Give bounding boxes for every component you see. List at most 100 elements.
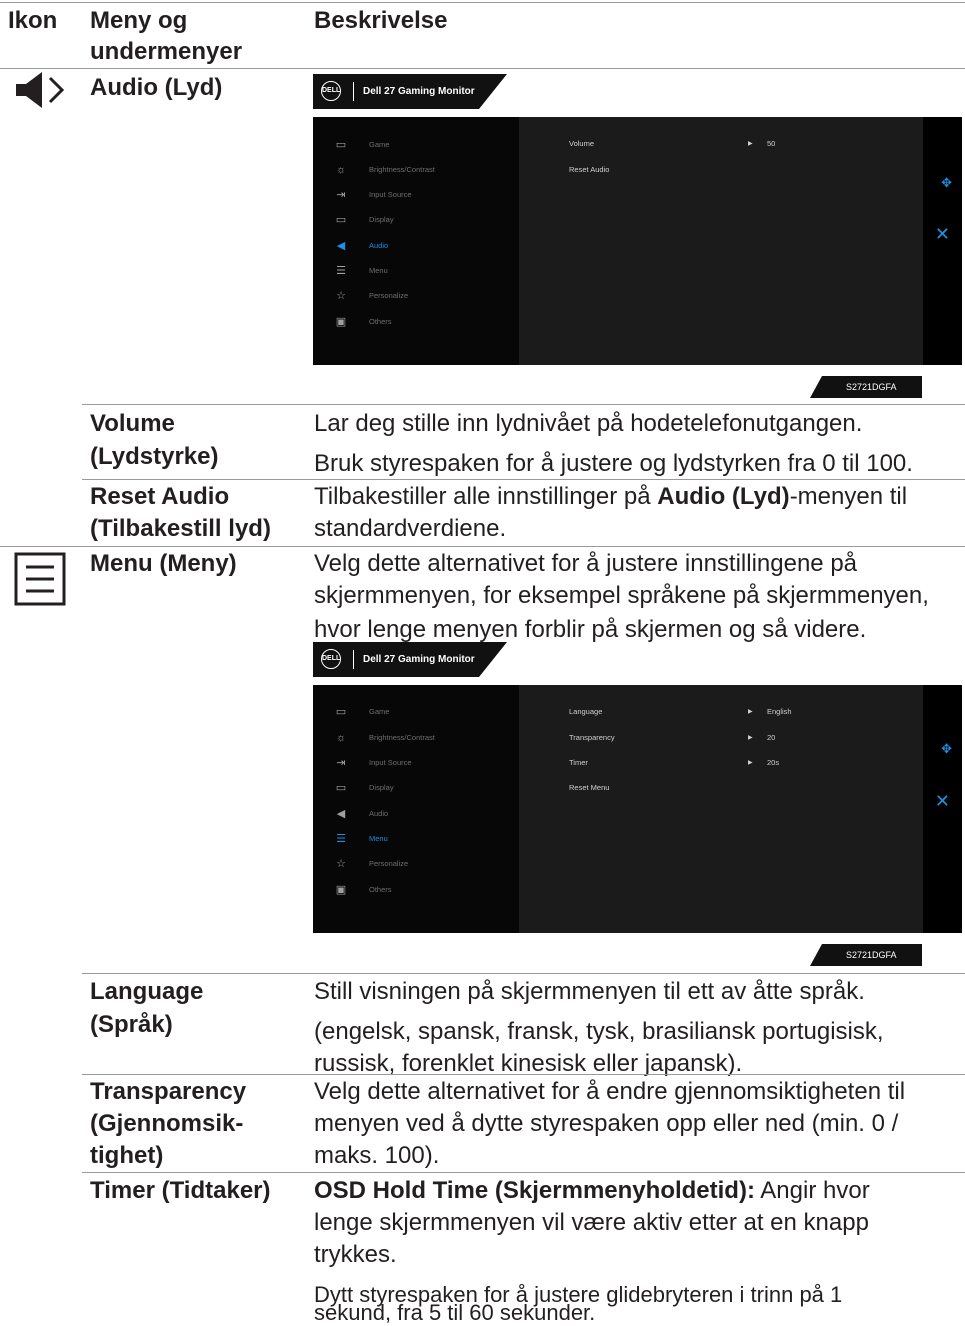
arrow-right-icon: ▶ [748, 141, 753, 147]
osd-item-game[interactable]: ▭ Game [329, 702, 519, 722]
language-desc-2: (engelsk, spansk, fransk, tysk, brasilia… [314, 1018, 884, 1045]
display-icon: ▭ [335, 214, 347, 226]
arrow-right-icon: ▶ [748, 735, 753, 741]
brightness-icon: ☼ [335, 732, 347, 744]
osd-menu-list: ▭ Game ☼ Brightness/Contrast ⇥ Input Source… [313, 685, 519, 933]
volume-desc-1: Lar deg stille inn lydnivået på hodetele… [314, 410, 863, 437]
title-separator [353, 82, 354, 101]
osd-item-personalize[interactable]: ☆ Personalize [329, 854, 519, 874]
reset-audio-desc-2: standardverdiene. [314, 515, 507, 542]
volume-desc-2: Bruk styrespaken for å justere og lydsty… [314, 450, 913, 477]
osd-item-brightness[interactable]: ☼ Brightness/Contrast [329, 160, 519, 180]
timer-desc-3: trykkes. [314, 1241, 397, 1268]
header-rule [0, 68, 965, 69]
arrow-right-icon: ▶ [748, 760, 753, 766]
audio-icon: ◀ [336, 240, 346, 252]
osd-value-timer: 20s [767, 758, 780, 767]
menu-desc-3: hvor lenge menyen forblir på skjermen og… [314, 616, 867, 643]
header-icon: Ikon [8, 7, 58, 34]
star-icon: ☆ [336, 858, 346, 870]
header-menu-2: undermenyer [90, 38, 243, 65]
osd-option-volume[interactable]: Volume [569, 137, 594, 151]
menu-desc-2: skjermmenyen, for eksempel språkene på s… [314, 582, 929, 609]
osd-option-language[interactable]: Language [569, 705, 602, 719]
timer-desc-5: sekund, fra 5 til 60 sekunder. [314, 1300, 596, 1325]
transparency-term-1: Transparency [90, 1078, 247, 1105]
osd-option-timer[interactable]: Timer [569, 756, 588, 770]
reset-audio-term-1: Reset Audio [90, 483, 230, 510]
others-icon: ▣ [335, 884, 347, 896]
osd-item-display[interactable]: ▭ Display [329, 778, 519, 798]
row-rule [82, 973, 965, 974]
osd-nav-column: ✥ ✕ [923, 685, 962, 933]
game-icon: ▭ [335, 706, 347, 718]
osd-item-personalize[interactable]: ☆ Personalize [329, 286, 519, 306]
joystick-icon: ✥ [941, 741, 952, 756]
osd-item-others[interactable]: ▣ Others [329, 880, 519, 900]
osd-value-transparency: 20 [767, 733, 776, 742]
menu-list-icon [14, 552, 66, 606]
menu-desc-1: Velg dette alternativet for å justere in… [314, 550, 858, 577]
row-rule [82, 1074, 965, 1075]
brightness-icon: ☼ [335, 164, 347, 176]
game-icon: ▭ [335, 139, 347, 151]
transparency-desc-1: Velg dette alternativet for å endre gjen… [314, 1078, 906, 1105]
timer-desc-2: lenge skjermmenyen vil være aktiv etter … [314, 1209, 869, 1236]
osd-item-display[interactable]: ▭ Display [329, 210, 519, 230]
speaker-icon [12, 70, 68, 110]
osd-item-menu[interactable]: ☰ Menu [329, 261, 519, 281]
display-icon: ▭ [335, 782, 347, 794]
reset-audio-term-2: (Tilbakestill lyd) [90, 515, 271, 542]
star-icon: ☆ [336, 290, 346, 302]
row-rule [0, 546, 965, 547]
osd-value-language: English [767, 707, 792, 716]
language-term-1: Language [90, 978, 204, 1005]
osd-menu-panel: ▭ Game ☼ Brightness/Contrast ⇥ Input Source… [313, 685, 962, 933]
osd-title: Dell 27 Gaming Monitor [363, 654, 475, 665]
close-icon[interactable]: ✕ [935, 225, 950, 243]
osd-option-transparency[interactable]: Transparency [569, 731, 615, 745]
menu-term: Menu (Meny) [90, 550, 237, 577]
audio-term: Audio (Lyd) [90, 74, 223, 101]
osd-item-game[interactable]: ▭ Game [329, 135, 519, 155]
input-icon: ⇥ [336, 189, 346, 201]
menu-icon: ☰ [336, 265, 346, 277]
osd-option-reset-menu[interactable]: Reset Menu [569, 781, 609, 795]
osd-nav-column: ✥ ✕ [923, 117, 962, 365]
osd-item-brightness[interactable]: ☼ Brightness/Contrast [329, 728, 519, 748]
osd-menu-list: ▭ Game ☼ Brightness/Contrast ⇥ Input Source… [313, 117, 519, 365]
row-rule [82, 404, 965, 405]
osd-item-audio[interactable]: ◀ Audio [329, 236, 519, 256]
timer-term: Timer (Tidtaker) [90, 1177, 271, 1204]
osd-item-audio[interactable]: ◀ Audio [329, 804, 519, 824]
dell-logo: DELL [321, 649, 341, 669]
transparency-term-2: (Gjennomsik- [90, 1110, 244, 1137]
osd-option-reset-audio[interactable]: Reset Audio [569, 163, 609, 177]
transparency-desc-2: menyen ved å dytte styrespaken opp eller… [314, 1110, 899, 1137]
row-rule [82, 1172, 965, 1173]
header-menu-1: Meny og [90, 7, 188, 34]
top-rule [0, 2, 965, 3]
volume-term-1: Volume [90, 410, 175, 437]
model-badge: S2721DGFA [810, 376, 922, 398]
close-icon[interactable]: ✕ [935, 792, 950, 810]
menu-icon: ☰ [336, 833, 346, 845]
osd-item-others[interactable]: ▣ Others [329, 312, 519, 332]
transparency-term-3: tighet) [90, 1142, 164, 1169]
reset-audio-desc-1: Tilbakestiller alle innstillinger på Aud… [314, 483, 908, 510]
osd-audio-panel: ▭ Game ☼ Brightness/Contrast ⇥ Input Source… [313, 117, 962, 365]
model-badge: S2721DGFA [810, 944, 922, 966]
timer-desc-1: OSD Hold Time (Skjermmenyholdetid): Angi… [314, 1177, 870, 1204]
osd-item-input[interactable]: ⇥ Input Source [329, 753, 519, 773]
language-desc-1: Still visningen på skjermmenyen til ett … [314, 978, 865, 1005]
title-separator [353, 650, 354, 669]
audio-icon: ◀ [336, 808, 346, 820]
language-term-2: (Språk) [90, 1011, 173, 1038]
osd-value-volume: 50 [767, 139, 776, 148]
osd-item-input[interactable]: ⇥ Input Source [329, 185, 519, 205]
dell-logo: DELL [321, 81, 341, 101]
joystick-icon: ✥ [941, 175, 952, 190]
row-rule [82, 479, 965, 480]
osd-title-bar: DELL Dell 27 Gaming Monitor [313, 642, 507, 677]
osd-item-menu[interactable]: ☰ Menu [329, 829, 519, 849]
